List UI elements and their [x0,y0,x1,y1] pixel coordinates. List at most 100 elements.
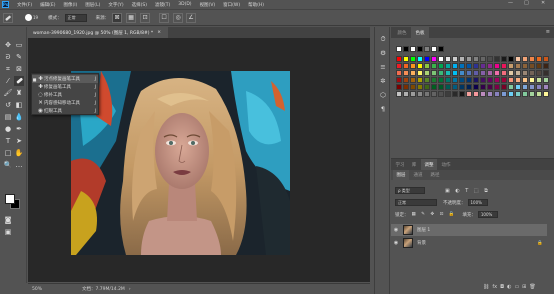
swatch[interactable] [508,84,514,90]
swatch[interactable] [480,77,486,83]
swatch[interactable] [403,63,409,69]
photoshop-logo-icon[interactable]: Ps [2,1,9,8]
swatch[interactable] [424,77,430,83]
swatch[interactable] [403,46,409,52]
swatch[interactable] [403,91,409,97]
close-tab-icon[interactable]: × [157,30,161,35]
swatch[interactable] [452,56,458,62]
filter-icons[interactable]: ▣ ◐ T ⬚ ⧉ [445,188,490,194]
screen-mode-button[interactable]: ▣ [3,227,13,237]
menu-3d[interactable]: 3D(D) [174,2,195,7]
swatch[interactable] [529,91,535,97]
swatch[interactable] [501,77,507,83]
swatch[interactable] [431,77,437,83]
tab-libraries[interactable]: 库 [408,159,420,170]
swatch[interactable] [445,63,451,69]
angle-button[interactable]: ∠ [186,12,197,23]
swatch[interactable] [396,46,402,52]
opacity-field[interactable]: 100% [467,199,488,206]
tool-preset-picker[interactable] [3,12,13,23]
swatch[interactable] [452,70,458,76]
swatch[interactable] [494,56,500,62]
swatch[interactable] [508,77,514,83]
swatch[interactable] [396,56,402,62]
swatch[interactable] [403,56,409,62]
swatch[interactable] [508,63,514,69]
type-tool[interactable]: T [3,136,13,146]
document-image[interactable] [71,71,290,255]
swatch[interactable] [396,84,402,90]
swatch[interactable] [466,91,472,97]
lock-icons[interactable]: ▦ ✎ ✥ ⊡ 🔒 [412,212,457,217]
gradient-tool[interactable]: ▤ [3,112,13,122]
stamp-tool[interactable]: ♜ [14,88,24,98]
new-layer-icon[interactable]: ⊞ [522,284,526,290]
swatch[interactable] [501,63,507,69]
swatch[interactable] [438,70,444,76]
tab-channels[interactable]: 通道 [410,170,426,180]
swatch[interactable] [466,84,472,90]
swatch[interactable] [452,84,458,90]
swatch[interactable] [403,77,409,83]
zoom-level[interactable]: 50% [32,287,62,292]
swatch[interactable] [438,77,444,83]
swatch[interactable] [466,56,472,62]
swatch[interactable] [515,91,521,97]
swatch[interactable] [543,70,549,76]
swatch[interactable] [417,63,423,69]
swatch[interactable] [522,91,528,97]
swatch[interactable] [529,84,535,90]
swatch[interactable] [431,84,437,90]
swatch[interactable] [410,84,416,90]
swatch[interactable] [529,70,535,76]
crop-tool[interactable]: ⌗ [3,64,13,74]
swatch[interactable] [445,84,451,90]
status-menu-arrow-icon[interactable]: › [129,287,131,292]
brush-settings-button[interactable]: ✲ [378,77,388,87]
swatch[interactable] [487,70,493,76]
tab-learn[interactable]: 学习 [393,159,407,170]
swatch[interactable] [494,63,500,69]
swatch[interactable] [459,77,465,83]
swatch[interactable] [487,84,493,90]
dodge-tool[interactable]: ● [3,124,13,134]
swatch[interactable] [410,70,416,76]
swatch[interactable] [536,70,542,76]
link-icon[interactable]: ⛓ [483,284,489,290]
eye-icon[interactable]: ◉ [391,240,401,246]
swatch[interactable] [431,56,437,62]
swatch[interactable] [515,84,521,90]
swatch[interactable] [536,63,542,69]
swatch[interactable] [473,84,479,90]
swatch[interactable] [410,63,416,69]
swatch[interactable] [438,56,444,62]
flyout-item-healing-brush[interactable]: ✚ 修复画笔工具 J [32,83,98,91]
swatch[interactable] [536,91,542,97]
swatch[interactable] [424,91,430,97]
swatch[interactable] [522,84,528,90]
fill-field[interactable]: 100% [477,211,498,218]
trash-icon[interactable]: 🗑 [529,284,535,290]
pen-tool[interactable]: ✒ [14,124,24,134]
quick-select-tool[interactable]: ✎ [14,52,24,62]
adjustment-icon[interactable]: ◐ [507,284,511,290]
swatch[interactable] [445,70,451,76]
healing-tool[interactable] [14,76,24,86]
edit-toolbar-button[interactable]: … [14,160,24,170]
swatch[interactable] [445,77,451,83]
layer-filter-select[interactable]: ρ 类型 [395,187,425,194]
layer-row-background[interactable]: ◉ 背景 🔒 [391,237,547,249]
swatch[interactable] [417,84,423,90]
adjustments-panel-button[interactable]: ≡ [378,63,388,73]
swatch[interactable] [459,91,465,97]
swatch[interactable] [501,84,507,90]
quick-mask-button[interactable]: ◙ [3,215,13,225]
swatch[interactable] [424,56,430,62]
swatch[interactable] [445,91,451,97]
frame-tool[interactable]: ⊠ [14,64,24,74]
swatch[interactable] [466,77,472,83]
swatch[interactable] [487,91,493,97]
swatch[interactable] [459,84,465,90]
swatch[interactable] [473,77,479,83]
swatch[interactable] [459,63,465,69]
